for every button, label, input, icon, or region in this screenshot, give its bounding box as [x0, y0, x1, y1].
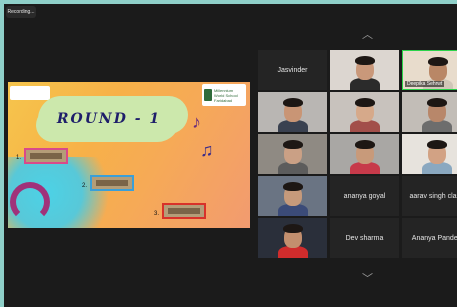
participant-hair	[283, 140, 303, 149]
participant-hair	[428, 57, 448, 66]
participant-name: Dev sharma	[345, 234, 384, 242]
participant-hair	[427, 140, 447, 149]
participant-hair	[355, 140, 375, 149]
participant-hair	[283, 224, 303, 233]
headphones-icon	[10, 182, 50, 222]
participant-name: Ananya Pandey	[411, 234, 457, 242]
participant-tile[interactable]: Deepika Sehrwt	[402, 50, 457, 90]
participant-tile[interactable]	[258, 218, 327, 258]
chevron-down-icon[interactable]: ﹀	[362, 270, 373, 286]
chevron-up-icon[interactable]: ︿	[362, 26, 373, 42]
left-logo	[10, 86, 50, 100]
participant-tile[interactable]	[258, 92, 327, 132]
participant-tile[interactable]: Ananya Pandey	[402, 218, 457, 258]
participant-tile[interactable]	[330, 134, 399, 174]
participant-tile[interactable]: Jasvinder	[258, 50, 327, 90]
participant-hair	[427, 98, 447, 107]
participant-tile[interactable]: ananya goyal	[330, 176, 399, 216]
clue-number: 3.	[154, 211, 160, 217]
participant-hair	[355, 56, 375, 65]
participant-tile[interactable]: aarav singh class	[402, 176, 457, 216]
participant-tile[interactable]	[402, 92, 457, 132]
title-cloud: ROUND - 1	[38, 96, 180, 142]
participant-gallery: Jasvinder Deepika Sehrwt ananya goyal aarav…	[258, 50, 457, 258]
participant-name: aarav singh class	[409, 192, 457, 200]
participant-hair	[355, 98, 375, 107]
participant-name: ananya goyal	[343, 192, 386, 200]
school-emblem-icon	[204, 89, 212, 101]
participant-hair	[283, 98, 303, 107]
shared-screen[interactable]: Millennium World School Faridabad ROUND …	[8, 82, 250, 228]
slide-title: ROUND - 1	[56, 111, 162, 127]
clue-image-2	[90, 175, 134, 191]
participant-tile[interactable]	[330, 50, 399, 90]
zoom-window: Recording... Millennium World School Far…	[0, 0, 457, 307]
clue-number: 1.	[16, 155, 22, 161]
recording-indicator[interactable]: Recording...	[6, 6, 36, 18]
share-frame-left	[0, 0, 4, 307]
music-note-icon: ♪	[192, 112, 201, 132]
participant-tile[interactable]: Dev sharma	[330, 218, 399, 258]
music-note-icon: ♫	[200, 140, 214, 160]
participant-tile[interactable]	[258, 134, 327, 174]
clue-image-1	[24, 148, 68, 164]
participant-hair	[283, 182, 303, 191]
participant-tile[interactable]	[258, 176, 327, 216]
clue-image-3	[162, 203, 206, 219]
recording-label: Recording...	[7, 9, 35, 15]
participant-name: Deepika Sehrwt	[405, 81, 445, 87]
participant-tile[interactable]	[330, 92, 399, 132]
share-frame-top	[0, 0, 457, 4]
school-logo: Millennium World School Faridabad	[202, 84, 246, 106]
participant-name: Jasvinder	[277, 66, 308, 74]
clue-number: 2.	[82, 183, 88, 189]
participant-tile[interactable]	[402, 134, 457, 174]
school-logo-line: Faridabad	[214, 97, 233, 103]
